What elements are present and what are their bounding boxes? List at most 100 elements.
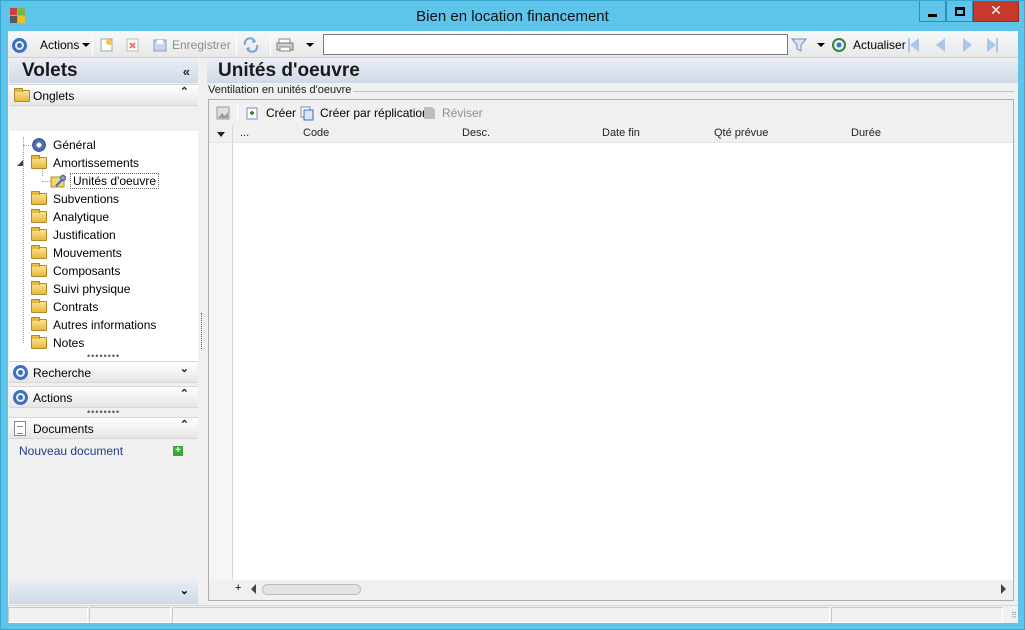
section-tabs-label: Onglets [33,89,75,103]
refresh-label: Actualiser [853,38,906,52]
toolbar-separator [270,35,271,55]
new-document-link[interactable]: Nouveau document [19,444,123,458]
row-selector-menu[interactable] [209,125,233,143]
tree-item-unites-oeuvre[interactable]: Unités d'oeuvre [50,172,160,190]
grid-image-button[interactable] [215,105,231,121]
section-search-header[interactable]: Recherche ⌄ [9,361,198,383]
folder-icon [31,245,47,259]
resize-grip-icon[interactable]: ⠿ [1011,611,1017,620]
minimize-button[interactable] [919,1,946,22]
column-header-duree[interactable]: Durée [851,127,881,139]
chevron-down-icon[interactable]: ⌄ [180,364,189,375]
next-record-button[interactable] [963,35,972,55]
pane-splitter[interactable] [199,58,207,605]
title-bar: Bien en location financement ✕ [1,1,1024,31]
tree-item-autres-informations[interactable]: Autres informations [31,316,156,334]
folder-icon [31,155,47,169]
next-icon [963,38,972,52]
home-button[interactable] [12,35,27,55]
main-header: Unités d'oeuvre [207,59,1018,83]
chevron-up-icon[interactable]: ⌃ [180,87,189,98]
tree-item-general[interactable]: Général [31,136,96,154]
sync-button[interactable] [242,35,260,55]
new-document-icon [100,38,113,52]
actions-menu-button[interactable]: Actions [40,35,91,55]
revise-button[interactable]: Réviser [421,105,483,121]
actions-section-icon-wrap [13,390,28,408]
tree-item-suivi-physique[interactable]: Suivi physique [31,280,130,298]
section-documents-header[interactable]: Documents ⌃ [9,417,198,439]
collapse-pane-icon[interactable]: « [183,64,190,79]
column-header-desc[interactable]: Desc. [462,127,490,139]
chevron-down-icon [817,43,825,47]
tree-item-label: Subventions [53,192,120,206]
tree-item-amortissements[interactable]: Amortissements [31,154,139,172]
delete-button[interactable] [125,35,141,55]
revise-label: Réviser [442,106,483,120]
folder-icon [31,209,47,223]
section-actions-header[interactable]: Actions ⌃ [9,386,198,408]
group-divider [347,91,1014,92]
circle-target-icon [13,365,28,380]
chevron-down-icon[interactable]: ⌄ [180,584,189,597]
tree-item-analytique[interactable]: Analytique [31,208,109,226]
column-header-qte-prevue[interactable]: Qté prévue [714,127,768,139]
add-row-icon[interactable]: + [235,582,241,594]
status-cell [172,607,830,623]
create-replication-label: Créer par réplication [320,106,429,120]
previous-record-button[interactable] [936,35,945,55]
refresh-button[interactable]: Actualiser [831,35,906,55]
status-bar: ⠿ [8,605,1018,623]
filter-button[interactable] [791,35,807,55]
chevron-up-icon[interactable]: ⌃ [180,389,189,400]
create-button[interactable]: Créer [244,105,296,121]
replicate-icon [300,106,314,121]
chevron-up-icon[interactable]: ⌃ [180,420,189,431]
tree-item-label: Notes [53,336,85,350]
new-button[interactable] [99,35,115,55]
expanded-icon[interactable]: ◢ [17,158,23,167]
tree-item-composants[interactable]: Composants [31,262,120,280]
tree-item-label: Suivi physique [53,282,131,296]
column-header-code[interactable]: Code [303,127,329,139]
first-record-button[interactable] [908,35,919,55]
tree-item-justification[interactable]: Justification [31,226,116,244]
tree-item-contrats[interactable]: Contrats [31,298,98,316]
folder-icon [31,281,47,295]
scrollbar-thumb[interactable] [262,584,361,595]
grid-body[interactable] [209,143,1013,581]
close-icon: ✕ [990,3,1002,19]
save-button[interactable]: Enregistrer [152,35,231,55]
last-record-button[interactable] [987,35,998,55]
column-header-more[interactable]: ... [240,127,249,139]
section-tabs-header[interactable]: Onglets ⌃ [9,84,198,106]
folder-icon [31,263,47,277]
tree-item-label: Général [53,138,96,152]
chevron-down-icon [216,131,225,137]
search-input[interactable] [324,35,787,54]
grid-toolbar: Créer Créer par réplication Réviser [209,100,1013,125]
section-resize-grip[interactable]: •••••••• [87,351,120,361]
section-resize-grip[interactable]: •••••••• [87,407,120,417]
tree-item-label: Mouvements [53,246,122,260]
add-document-icon[interactable]: + [173,446,183,456]
create-replication-button[interactable]: Créer par réplication [299,105,429,121]
search-box[interactable] [323,34,788,55]
scroll-right-icon[interactable] [1001,584,1006,594]
tree-item-subventions[interactable]: Subventions [31,190,119,208]
tree-item-mouvements[interactable]: Mouvements [31,244,122,262]
tree-item-notes[interactable]: Notes [31,334,84,352]
splitter-grip [201,313,203,349]
filter-dropdown[interactable] [814,35,825,55]
status-cell [89,607,171,623]
maximize-button[interactable] [946,1,973,22]
scroll-left-icon[interactable] [251,584,256,594]
print-button[interactable] [276,35,294,55]
print-dropdown[interactable] [303,35,314,55]
horizontal-scrollbar[interactable]: + [209,580,1013,600]
toolbar-separator [236,35,237,55]
close-button[interactable]: ✕ [973,1,1019,22]
column-header-date-fin[interactable]: Date fin [602,127,640,139]
minimize-icon [928,13,937,17]
section-search-label: Recherche [33,366,92,380]
